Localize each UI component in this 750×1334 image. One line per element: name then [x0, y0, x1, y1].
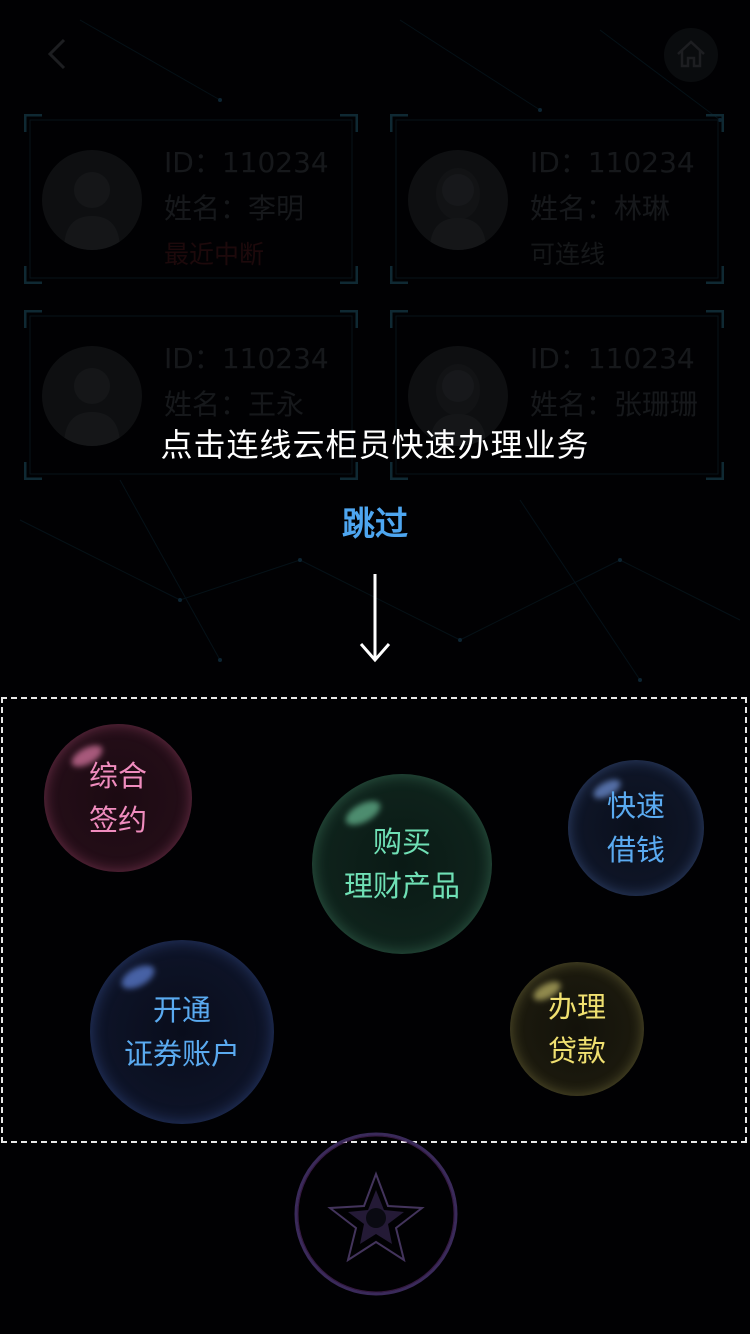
arrow-down-icon [359, 574, 391, 663]
guide-hint: 点击连线云柜员快速办理业务 [160, 426, 590, 464]
service-label: 购买 理财产品 [343, 825, 460, 903]
service-label: 办理 贷款 [547, 990, 606, 1068]
service-label: 开通 证券账户 [123, 993, 240, 1071]
service-bubble-borrow[interactable]: 快速 借钱 [568, 760, 704, 896]
service-bubble-loan[interactable]: 办理 贷款 [510, 962, 644, 1096]
service-bubble-wealth[interactable]: 购买 理财产品 [312, 774, 492, 954]
service-bubble-securities[interactable]: 开通 证券账户 [90, 940, 274, 1124]
star-logo-icon[interactable] [292, 1130, 460, 1298]
service-label: 综合 签约 [88, 759, 147, 837]
service-label: 快速 借钱 [606, 789, 665, 867]
service-bubble-sign[interactable]: 综合 签约 [44, 724, 192, 872]
skip-button[interactable]: 跳过 [325, 497, 425, 545]
